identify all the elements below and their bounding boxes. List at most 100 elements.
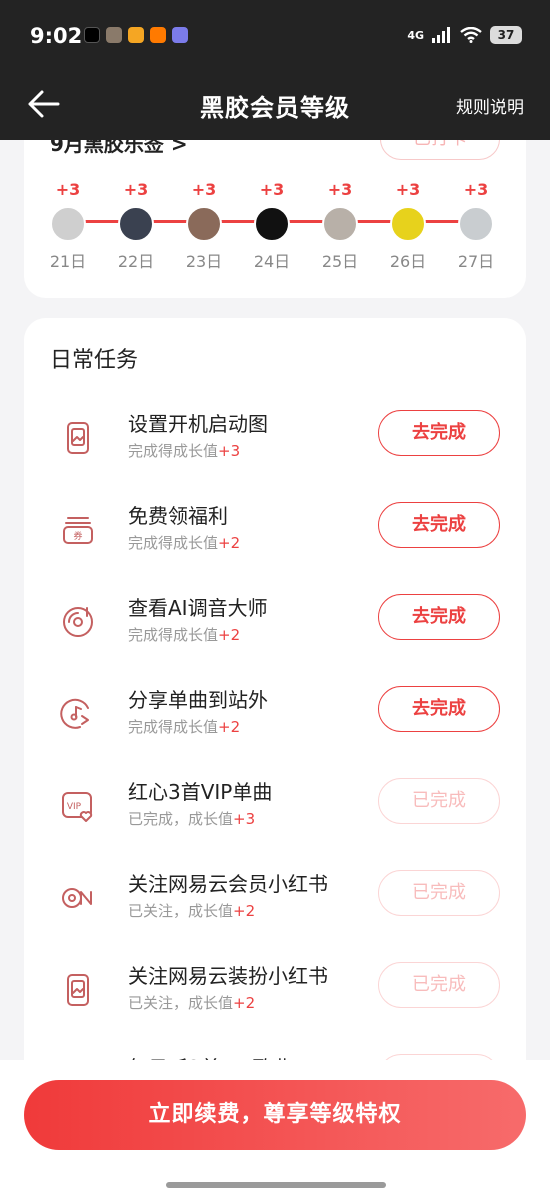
coupon-icon: 券	[60, 512, 96, 548]
nav-bar: 黑胶会员等级 规则说明	[0, 74, 550, 140]
task-reward: 已完成，成长值+3	[128, 808, 255, 829]
day-date: 23日	[185, 252, 223, 271]
checkin-day: +3 25日	[310, 180, 370, 272]
task-name: 设置开机启动图	[128, 412, 268, 436]
task-name: 每日听3首VIP歌曲	[128, 1052, 364, 1060]
completed-button[interactable]: 已完成	[378, 962, 500, 1008]
bottom-bar: 立即续费，尊享等级特权	[0, 1060, 550, 1200]
checkin-day: +3 22日	[106, 180, 166, 272]
status-time: 9:02	[30, 24, 83, 48]
task-reward-text: 完成得成长值	[128, 718, 219, 736]
task-item: 关注网易云装扮小红书 已关注，成长值+2 已完成	[24, 954, 526, 1046]
task-item: 查看AI调音大师 完成得成长值+2 去完成	[24, 586, 526, 678]
task-reward-text: 已关注，成长值	[128, 902, 234, 920]
home-indicator[interactable]	[166, 1182, 386, 1188]
go-complete-button[interactable]: 去完成	[378, 502, 500, 548]
day-points: +3	[327, 180, 353, 199]
phone-image-icon	[60, 972, 96, 1008]
day-song-cover[interactable]	[390, 206, 426, 242]
rules-link[interactable]: 规则说明	[456, 93, 524, 118]
go-complete-button[interactable]: 去完成	[378, 686, 500, 732]
day-date: 27日	[457, 252, 495, 271]
day-date: 21日	[49, 252, 87, 271]
task-name: 分享单曲到站外	[128, 688, 268, 712]
app-orange-icon	[150, 27, 166, 43]
day-points: +3	[395, 180, 421, 199]
task-name: 关注网易云会员小红书	[128, 872, 328, 896]
task-item: 每日听3首VIP歌曲	[24, 1046, 526, 1060]
task-reward-text: 完成得成长值	[128, 626, 219, 644]
checkin-day: +3 23日	[174, 180, 234, 272]
task-reward-points: +2	[218, 626, 241, 644]
task-reward: 完成得成长值+3	[128, 440, 240, 461]
task-item: VIP 红心3首VIP单曲 已完成，成长值+3 已完成	[24, 770, 526, 862]
phone-image-icon	[60, 420, 96, 456]
day-date: 25日	[321, 252, 359, 271]
signal-icon	[432, 27, 450, 43]
system-indicators: 4G 37	[407, 26, 522, 44]
task-reward: 已关注，成长值+2	[128, 900, 255, 921]
day-song-cover[interactable]	[254, 206, 290, 242]
task-reward-points: +2	[233, 994, 256, 1012]
notification-icons	[84, 27, 188, 43]
vip-heart-icon: VIP	[60, 788, 96, 824]
checkin-day: +3 24日	[242, 180, 302, 272]
checkin-day: +3 21日	[38, 180, 98, 272]
network-type: 4G	[407, 28, 424, 42]
task-item: 分享单曲到站外 完成得成长值+2 去完成	[24, 678, 526, 770]
checkin-day: +3 27日	[446, 180, 506, 272]
day-song-cover[interactable]	[118, 206, 154, 242]
day-date: 26日	[389, 252, 427, 271]
task-name: 红心3首VIP单曲	[128, 780, 273, 804]
task-reward-text: 已完成，成长值	[128, 810, 234, 828]
day-points: +3	[55, 180, 81, 199]
task-reward-points: +3	[218, 442, 241, 460]
hourglass-app-icon	[172, 27, 188, 43]
task-reward-points: +2	[218, 718, 241, 736]
content-scroll[interactable]: 9月黑胶乐签 > 已打卡 +321日+322日+323日+324日+325日+3…	[0, 140, 550, 1060]
task-name: 查看AI调音大师	[128, 596, 268, 620]
task-reward-points: +3	[233, 810, 256, 828]
completed-button[interactable]: 已完成	[378, 870, 500, 916]
checkin-title[interactable]: 9月黑胶乐签 >	[50, 140, 188, 157]
task-reward: 完成得成长值+2	[128, 716, 240, 737]
task-reward: 完成得成长值+2	[128, 624, 240, 645]
top-bar: 9:02 4G 37 黑胶会员等级 规则说明	[0, 0, 550, 140]
task-item: 券 免费领福利完成得成长值+2 去完成	[24, 494, 526, 586]
completed-button[interactable]: 已完成	[378, 778, 500, 824]
disc-icon	[60, 604, 96, 640]
status-bar: 9:02 4G 37	[0, 0, 550, 74]
wifi-icon	[460, 27, 482, 43]
svg-text:券: 券	[73, 530, 82, 542]
task-reward: 完成得成长值+2	[128, 532, 240, 553]
day-points: +3	[123, 180, 149, 199]
day-points: +3	[191, 180, 217, 199]
task-reward-text: 已关注，成长值	[128, 994, 234, 1012]
go-complete-button[interactable]: 去完成	[378, 594, 500, 640]
day-points: +3	[463, 180, 489, 199]
task-reward: 已关注，成长值+2	[128, 992, 255, 1013]
task-reward-text: 完成得成长值	[128, 442, 219, 460]
day-song-cover[interactable]	[458, 206, 494, 242]
day-song-cover[interactable]	[186, 206, 222, 242]
task-reward-points: +2	[218, 534, 241, 552]
task-reward-text: 完成得成长值	[128, 534, 219, 552]
day-song-cover[interactable]	[50, 206, 86, 242]
go-complete-button[interactable]: 去完成	[378, 410, 500, 456]
tiktok-icon	[84, 27, 100, 43]
task-item: 关注网易云会员小红书 已关注，成长值+2 已完成	[24, 862, 526, 954]
task-name: 关注网易云装扮小红书	[128, 964, 328, 988]
daily-tasks-card: 日常任务 设置开机启动图 完成得成长值+3 去完成券免费领福利 完成得成长值+2 去完成…	[24, 318, 526, 1060]
task-reward-points: +2	[233, 902, 256, 920]
checkin-day: +3 26日	[378, 180, 438, 272]
checkin-button[interactable]: 已打卡	[380, 140, 500, 160]
weibo-icon	[128, 27, 144, 43]
task-name: 免费领福利	[128, 504, 228, 528]
day-song-cover[interactable]	[322, 206, 358, 242]
tasks-title: 日常任务	[50, 348, 139, 373]
checkin-card: 9月黑胶乐签 > 已打卡 +321日+322日+323日+324日+325日+3…	[24, 140, 526, 298]
renew-button[interactable]: 立即续费，尊享等级特权	[24, 1080, 526, 1150]
day-date: 22日	[117, 252, 155, 271]
svg-text:VIP: VIP	[67, 802, 82, 812]
photo-app-icon	[106, 27, 122, 43]
